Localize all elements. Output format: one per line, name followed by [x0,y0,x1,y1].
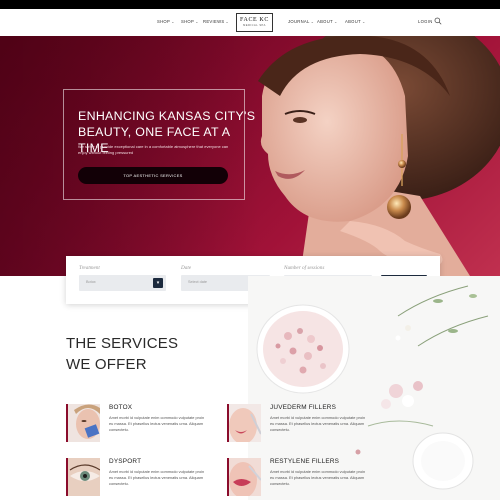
chevron-down-icon: ⌄ [225,19,230,24]
dysport-image [66,458,100,496]
date-value: Select date [188,280,207,284]
nav-reviews[interactable]: REVIEWS⌄ [203,19,229,24]
nav-about-2[interactable]: ABOUT⌄ [345,19,366,24]
service-description: Amet morbi id vulputate enim commodo vul… [270,469,366,486]
search-icon[interactable] [434,17,442,25]
nav-journal[interactable]: JOURNAL⌄ [288,19,314,24]
chevron-down-icon[interactable]: ▾ [153,278,163,288]
service-item-botox[interactable]: BOTOX Amet morbi id vulputate enim commo… [66,404,216,444]
service-item-juvederm-fillers[interactable]: JUVEDERM FILLERS Amet morbi id vulputate… [227,404,377,444]
main-navigation: SHOP⌄ SHOP⌄ REVIEWS⌄ FACE KC MEDICAL SPA… [0,9,500,36]
chevron-down-icon: ⌄ [310,19,315,24]
top-aesthetic-services-button[interactable]: TOP AESTHETIC SERVICES [78,167,228,184]
hero-description: We strive to provide exceptional care in… [78,144,229,155]
logo-subtext: MEDICAL SPA [243,24,266,27]
nav-about-1[interactable]: ABOUT⌄ [317,19,338,24]
juvederm-image [227,404,261,442]
nav-shop-2[interactable]: SHOP⌄ [181,19,199,24]
chevron-down-icon: ⌄ [333,19,338,24]
treatment-select[interactable]: Botox ▾ [79,275,166,291]
service-name: DYSPORT [109,458,142,465]
service-name: RESTYLENE FILLERS [270,458,340,465]
service-description: Amet morbi id vulputate enim commodo vul… [109,469,205,486]
restylene-image [227,458,261,496]
chevron-down-icon: ⌄ [361,19,366,24]
site-logo[interactable]: FACE KC MEDICAL SPA [236,13,273,32]
treatment-label: Treatment [79,265,100,271]
nav-shop-1[interactable]: SHOP⌄ [157,19,175,24]
service-item-restylene-fillers[interactable]: RESTYLENE FILLERS Amet morbi id vulputat… [227,458,377,498]
service-description: Amet morbi id vulputate enim commodo vul… [109,415,205,432]
chevron-down-icon: ⌄ [195,19,199,24]
botox-image [66,404,100,442]
service-name: JUVEDERM FILLERS [270,404,337,411]
sessions-label: Number of sessions [284,265,325,271]
service-name: BOTOX [109,404,133,411]
top-black-bar [0,0,500,9]
treatment-value: Botox [86,280,96,284]
services-title: THE SERVICES WE OFFER [66,335,179,373]
login-link[interactable]: LOGIN [418,19,433,24]
service-description: Amet morbi id vulputate enim commodo vul… [270,415,366,432]
hero-banner [0,36,500,276]
date-label: Date [181,265,192,271]
logo-text: FACE KC [240,17,269,23]
service-item-dysport[interactable]: DYSPORT Amet morbi id vulputate enim com… [66,458,216,498]
chevron-down-icon: ⌄ [171,19,175,24]
